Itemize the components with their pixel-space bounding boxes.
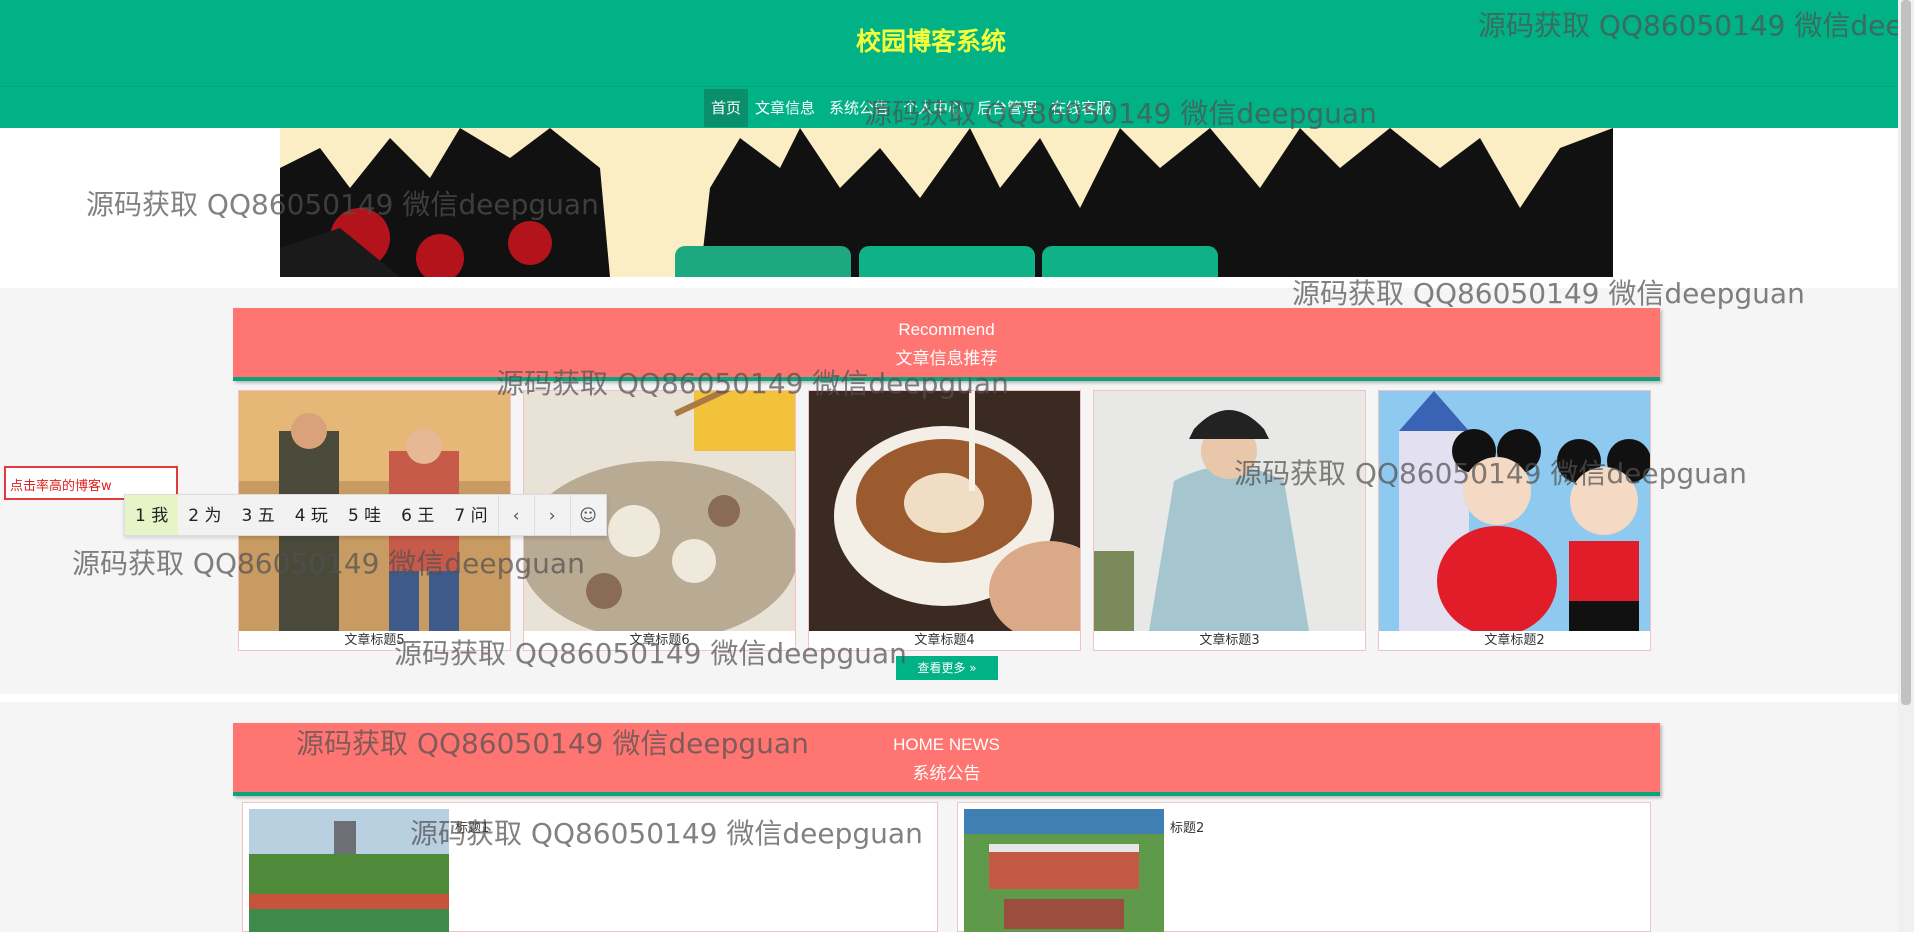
nav-item-admin[interactable]: 后台管理 (970, 89, 1044, 127)
site-title: 校园博客系统 (855, 27, 1006, 56)
recommend-title-en: Recommend (898, 320, 995, 339)
banner-area (0, 128, 1898, 288)
news-title-en: HOME NEWS (893, 735, 1000, 754)
news-item-image[interactable] (964, 809, 1164, 932)
nav-item-articles[interactable]: 文章信息 (748, 89, 822, 127)
ime-candidate[interactable]: 1 我 (125, 495, 179, 535)
article-card-image[interactable] (809, 391, 1080, 631)
double-chevron-right-icon: » (969, 661, 977, 675)
nav-item-announcements[interactable]: 系统公告 (822, 89, 896, 127)
ime-candidate-bar: 1 我 2 为 3 五 4 玩 5 哇 6 王 7 问 ‹ › ☺ (124, 494, 607, 536)
article-card-title[interactable]: 文章标题4 (809, 631, 1080, 650)
ime-candidate[interactable]: 2 为 (178, 495, 231, 535)
ime-candidate[interactable]: 3 五 (231, 495, 284, 535)
nav-item-home[interactable]: 首页 (704, 89, 749, 127)
nav-item-customer-service[interactable]: 在线客服 (1044, 89, 1118, 127)
article-card-title[interactable]: 文章标题6 (524, 631, 795, 650)
main-nav: 首页 文章信息 系统公告 个人中心 后台管理 在线客服 (0, 86, 1898, 128)
banner-tab-1[interactable] (675, 246, 851, 277)
article-card[interactable]: 文章标题2 (1378, 390, 1651, 651)
ime-candidate[interactable]: 7 问 (444, 495, 497, 535)
site-header: 校园博客系统 (0, 0, 1898, 86)
news-item-title[interactable]: 标题2 (1170, 817, 1204, 836)
news-title-cn: 系统公告 (912, 764, 981, 784)
news-item-title[interactable]: 标题1 (455, 817, 489, 836)
chevron-left-icon[interactable]: ‹ (497, 495, 534, 535)
scrollbar-thumb[interactable] (1901, 0, 1911, 705)
page-scrollbar[interactable] (1898, 0, 1914, 932)
ime-candidate[interactable]: 4 玩 (285, 495, 338, 535)
article-card-title[interactable]: 文章标题3 (1094, 631, 1365, 650)
recommend-title-bar: Recommend 文章信息推荐 (233, 308, 1660, 381)
article-card-title[interactable]: 文章标题2 (1379, 631, 1650, 650)
article-card-title[interactable]: 文章标题5 (239, 631, 510, 650)
recommend-title-cn: 文章信息推荐 (895, 349, 998, 369)
news-item[interactable]: 标题1 (242, 802, 938, 932)
view-more-label: 查看更多 (917, 661, 966, 675)
article-card[interactable]: 文章标题3 (1093, 390, 1366, 651)
ime-candidate[interactable]: 6 王 (391, 495, 444, 535)
nav-items: 首页 文章信息 系统公告 个人中心 后台管理 在线客服 (704, 89, 1118, 127)
article-card-image[interactable] (1094, 391, 1365, 631)
news-title-bar: HOME NEWS 系统公告 (233, 723, 1660, 796)
banner-tab-3[interactable] (1042, 246, 1218, 277)
smiley-icon[interactable]: ☺ (569, 495, 606, 535)
article-card[interactable]: 文章标题4 (808, 390, 1081, 651)
nav-item-personal-center[interactable]: 个人中心 (896, 89, 970, 127)
news-item-image[interactable] (249, 809, 449, 932)
view-more-button[interactable]: 查看更多 » (896, 656, 998, 680)
ime-candidate[interactable]: 5 哇 (338, 495, 391, 535)
news-item[interactable]: 标题2 (957, 802, 1651, 932)
banner-tab-2[interactable] (859, 246, 1035, 277)
banner-carousel[interactable] (280, 128, 1613, 277)
chevron-right-icon[interactable]: › (533, 495, 570, 535)
article-card-image[interactable] (1379, 391, 1650, 631)
